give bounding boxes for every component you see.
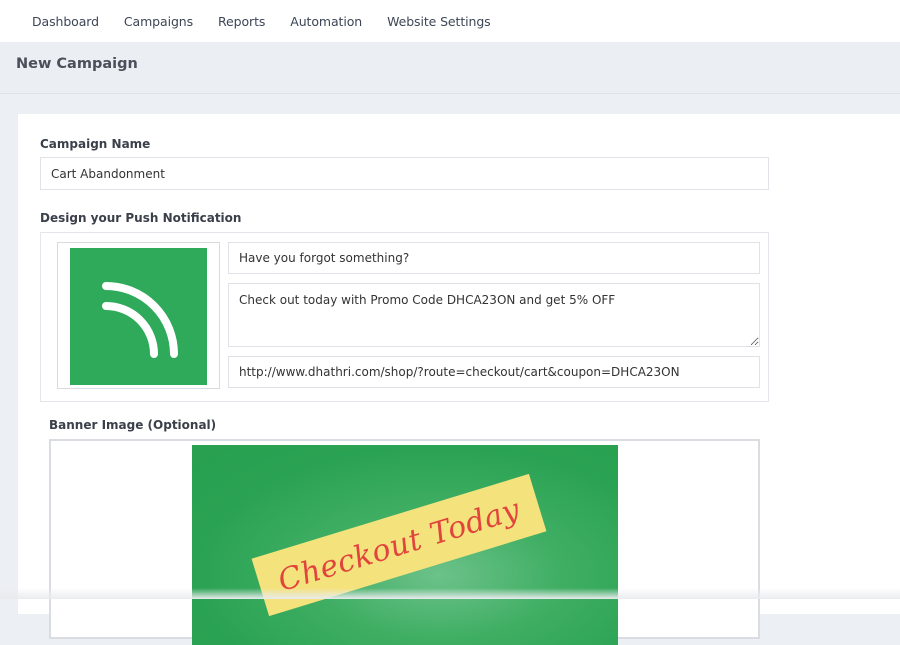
banner-image-upload[interactable]: Checkout Today xyxy=(49,439,760,645)
page-header: New Campaign xyxy=(0,42,900,94)
nav-website-settings[interactable]: Website Settings xyxy=(387,14,491,29)
campaign-form-card: Campaign Name Design your Push Notificat… xyxy=(18,114,900,645)
top-nav: Dashboard Campaigns Reports Automation W… xyxy=(0,0,900,42)
bottom-shadow xyxy=(0,588,900,599)
banner-sign-text: Checkout Today xyxy=(273,491,525,599)
nav-reports[interactable]: Reports xyxy=(218,14,265,29)
page-title: New Campaign xyxy=(16,56,138,72)
nav-automation[interactable]: Automation xyxy=(290,14,362,29)
notification-designer: Check out today with Promo Code DHCA23ON… xyxy=(40,232,769,402)
campaign-name-label: Campaign Name xyxy=(40,137,151,151)
nav-campaigns[interactable]: Campaigns xyxy=(124,14,193,29)
rss-feed-icon xyxy=(70,248,207,385)
banner-image: Checkout Today xyxy=(192,445,618,645)
notification-url-input[interactable] xyxy=(228,356,760,388)
notification-message-input[interactable]: Check out today with Promo Code DHCA23ON… xyxy=(228,283,760,347)
nav-dashboard[interactable]: Dashboard xyxy=(32,14,99,29)
banner-image-label: Banner Image (Optional) xyxy=(49,418,217,432)
notification-icon-picker[interactable] xyxy=(57,242,220,389)
design-notification-label: Design your Push Notification xyxy=(40,211,242,225)
notification-title-input[interactable] xyxy=(228,242,760,274)
campaign-name-input[interactable] xyxy=(40,157,769,190)
